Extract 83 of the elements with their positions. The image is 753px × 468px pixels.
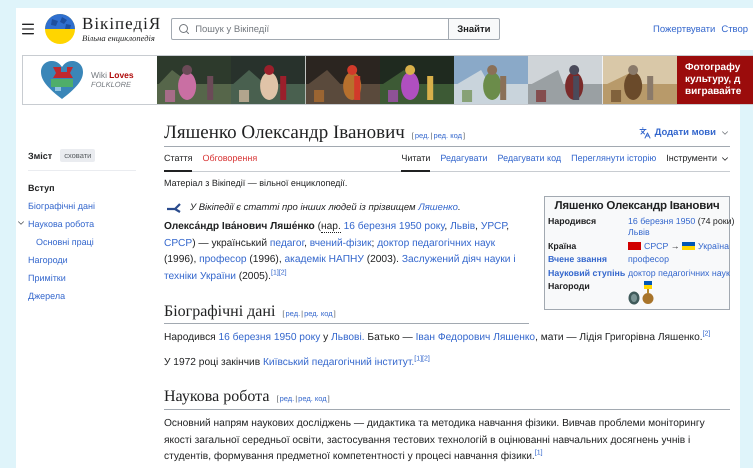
- contents-item[interactable]: Нагороди: [28, 255, 68, 265]
- link[interactable]: професор: [628, 254, 669, 264]
- infobox-text: (74 роки): [696, 216, 734, 226]
- link[interactable]: 16 березня 1950: [628, 216, 696, 226]
- infobox-title: Ляшенко Олександр Іванович: [554, 198, 720, 214]
- infobox-label[interactable]: Науковий ступінь: [548, 268, 626, 280]
- contents-item[interactable]: Наукова робота: [28, 219, 94, 229]
- view-tab[interactable]: Редагувати код: [497, 147, 562, 172]
- link[interactable]: 16 березня 1950 року: [218, 332, 320, 344]
- page-tab[interactable]: Стаття: [164, 147, 192, 172]
- site-title[interactable]: ВікіпедіЯ: [82, 14, 162, 32]
- section-heading: Наукова робота: [164, 387, 270, 408]
- link[interactable]: доктор педагогічних наук: [377, 238, 496, 249]
- promo-text: культуру, д: [685, 74, 742, 86]
- flag-icon: [628, 242, 641, 250]
- logo-word: Loves: [109, 70, 134, 80]
- abbreviation[interactable]: нар.: [320, 221, 341, 234]
- promo-text: вигравайте: [685, 86, 742, 98]
- link[interactable]: Львові.: [331, 332, 365, 344]
- paragraph: Народився 16 березня 1950 року у Львові. Батько — Іван Федорович Ляшенко, мати — Лідія Григорівна Ляшенко.$^{[2]}$: [164, 330, 712, 346]
- link[interactable]: СРСР: [644, 240, 668, 251]
- tagline: Матеріал з Вікіпедії — вільної енциклопедії.: [164, 177, 348, 190]
- link[interactable]: СРСР: [164, 238, 192, 249]
- contents-title: Зміст: [28, 150, 52, 160]
- contents-item[interactable]: Вступ: [28, 183, 55, 193]
- link[interactable]: професор: [199, 254, 247, 266]
- infobox-label: Народився: [548, 216, 598, 228]
- translate-icon: [638, 127, 651, 139]
- link[interactable]: педагог: [270, 238, 304, 249]
- search-input[interactable]: Пошук у Вікіпедії: [195, 24, 436, 34]
- link[interactable]: вчений-фізик: [310, 238, 372, 249]
- promo-panel[interactable]: Фотографу культуру, д вигравайте: [677, 56, 753, 104]
- reference-link[interactable]: [1]: [414, 355, 422, 362]
- reference-link[interactable]: [2]: [702, 330, 710, 338]
- link[interactable]: Київський педагогічний інститут.: [262, 356, 414, 368]
- infobox-text: →: [670, 240, 681, 251]
- infobox-label[interactable]: Вчене звання: [548, 254, 626, 266]
- view-tab[interactable]: Переглянути історію: [571, 147, 656, 172]
- reference-link[interactable]: [1]: [271, 270, 279, 277]
- link[interactable]: Ляшенко: [418, 202, 458, 213]
- link[interactable]: Львів: [450, 221, 476, 232]
- promo-text: Фотографу: [685, 62, 742, 74]
- contents-item[interactable]: Основні праці: [36, 237, 94, 247]
- link[interactable]: техніки України: [164, 270, 236, 282]
- contents-item[interactable]: Біографічні дані: [28, 201, 95, 211]
- logo-word: Wiki: [91, 70, 108, 80]
- infobox-label: Нагороди: [548, 281, 591, 294]
- disambiguation-icon: [166, 202, 182, 213]
- link[interactable]: Заслужений діяч науки і: [402, 254, 516, 266]
- link[interactable]: Львів: [628, 227, 650, 238]
- search-icon: [178, 23, 190, 35]
- search-button[interactable]: Знайти: [449, 18, 500, 40]
- medal-icon: [642, 281, 654, 306]
- header-link[interactable]: Пожертвувати: [653, 24, 716, 34]
- page-tab[interactable]: Обговорення: [202, 147, 258, 172]
- menu-icon[interactable]: [20, 21, 36, 37]
- contents-item[interactable]: Джерела: [28, 291, 66, 301]
- badge-award-icon: [628, 289, 640, 306]
- header-link[interactable]: Створ: [721, 24, 748, 34]
- languages-button[interactable]: Додати мови: [638, 124, 730, 142]
- tools-menu[interactable]: Інструменти: [666, 147, 730, 172]
- site-tagline: Вільна енциклопедія: [82, 32, 156, 44]
- heart-puzzle-logo: [39, 59, 85, 101]
- link[interactable]: УРСР: [480, 221, 506, 232]
- hatnote: У Вікіпедії є статті про інших людей із прізвищем Ляшенко.: [190, 200, 461, 215]
- contents-item[interactable]: Примітки: [28, 273, 66, 283]
- link[interactable]: 16 березня 1950 року: [344, 221, 444, 232]
- flag-icon: [682, 242, 696, 250]
- reference-link[interactable]: [2]: [278, 270, 287, 277]
- view-tab[interactable]: Редагувати: [440, 147, 488, 172]
- reference-link[interactable]: [1]: [534, 450, 543, 457]
- link[interactable]: доктор педагогічних наук: [628, 268, 730, 278]
- section-heading: Біографічні дані: [164, 302, 276, 322]
- globe-logo[interactable]: [44, 13, 76, 45]
- link[interactable]: Іван Федорович Ляшенко: [416, 332, 536, 344]
- link[interactable]: академік НАПНУ: [284, 254, 364, 266]
- link[interactable]: Україна: [698, 240, 730, 251]
- reference-link[interactable]: [2]: [422, 355, 430, 362]
- paragraph: Основний напрям наукових досліджень — дидактика та методика навчання фізики. Вивчав проблеми моніторингу якості загальної середньої освіти, застосування тестових технологій в оцінюванні навчальних досягнень учнів і студентів, формування предметної компетентності у процесі навчання фізики.$^{[1]}$: [164, 416, 706, 464]
- page-title: Ляшенко Олександр Іванович: [164, 121, 405, 145]
- search-field[interactable]: Пошук у Вікіпедії: [171, 18, 450, 40]
- view-tab[interactable]: Читати: [401, 147, 430, 172]
- infobox-label: Країна: [548, 240, 578, 252]
